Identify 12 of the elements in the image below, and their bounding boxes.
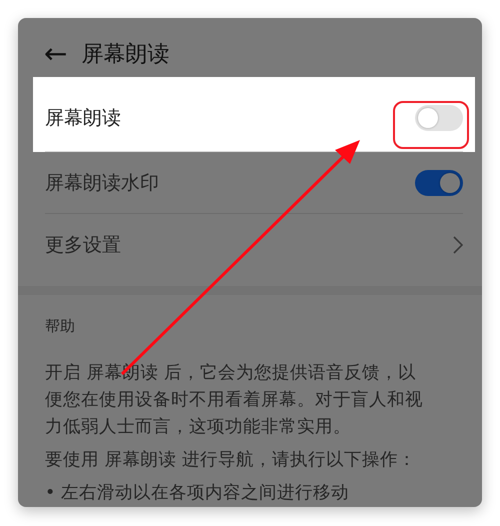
setting-label: 屏幕朗读水印 <box>45 170 159 196</box>
help-paragraph: 要使用 屏幕朗读 进行导航，请执行以下操作： <box>45 448 418 472</box>
back-button[interactable]: ← <box>44 40 68 68</box>
highlighted-row[interactable]: 屏幕朗读 <box>33 76 475 152</box>
toggle-switch[interactable] <box>415 105 463 132</box>
toggle-switch[interactable] <box>415 170 463 196</box>
setting-label: 更多设置 <box>45 232 121 258</box>
help-bullet: • 左右滑动以在各项内容之间进行移动 <box>45 482 350 505</box>
page-title: 屏幕朗读 <box>81 41 170 70</box>
section-heading: 帮助 <box>45 316 76 336</box>
setting-label: 屏幕朗读 <box>45 106 121 132</box>
chevron-right-icon <box>453 236 463 254</box>
